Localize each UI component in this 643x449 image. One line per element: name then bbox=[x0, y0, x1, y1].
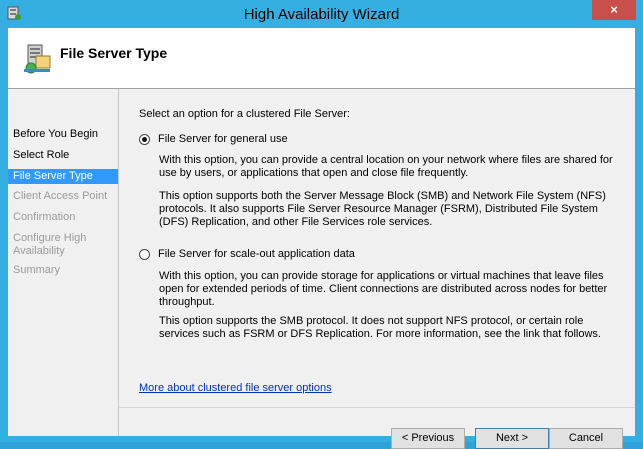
nav-item-confirmation: Confirmation bbox=[13, 211, 76, 223]
file-server-icon bbox=[24, 44, 51, 74]
cancel-button[interactable]: Cancel bbox=[549, 428, 623, 449]
wizard-nav: Before You Begin Select Role File Server… bbox=[8, 89, 119, 436]
footer-divider bbox=[119, 407, 635, 408]
option-scale-out-desc1: With this option, you can provide storag… bbox=[159, 270, 608, 308]
close-button[interactable]: × bbox=[592, 0, 636, 20]
option-scale-out-label[interactable]: File Server for scale-out application da… bbox=[158, 248, 355, 260]
next-button[interactable]: Next > bbox=[475, 428, 549, 449]
wizard-client-area: File Server Type Before You Begin Select… bbox=[8, 28, 635, 449]
wizard-header: File Server Type bbox=[8, 28, 635, 89]
option-prompt: Select an option for a clustered File Se… bbox=[139, 108, 350, 120]
option-general-use-label[interactable]: File Server for general use bbox=[158, 133, 288, 145]
option-general-use-desc2: This option supports both the Server Mes… bbox=[159, 190, 606, 228]
option-general-use[interactable]: File Server for general use bbox=[139, 133, 288, 145]
nav-item-configure-high-availability: Configure High Availability bbox=[13, 232, 87, 257]
nav-item-file-server-type[interactable]: File Server Type bbox=[8, 169, 118, 184]
option-scale-out-desc2: This option supports the SMB protocol. I… bbox=[159, 315, 601, 340]
nav-item-client-access-point: Client Access Point bbox=[13, 190, 108, 202]
page-title: File Server Type bbox=[60, 45, 168, 61]
nav-item-select-role[interactable]: Select Role bbox=[8, 149, 118, 162]
nav-item-before-you-begin[interactable]: Before You Begin bbox=[8, 128, 118, 141]
wizard-window: High Availability Wizard × File Server T… bbox=[0, 0, 643, 449]
more-info-link[interactable]: More about clustered file server options bbox=[139, 382, 332, 394]
option-general-use-desc1: With this option, you can provide a cent… bbox=[159, 154, 613, 179]
nav-item-summary: Summary bbox=[13, 264, 61, 276]
previous-button[interactable]: < Previous bbox=[391, 428, 465, 449]
title-bar[interactable]: High Availability Wizard × bbox=[0, 0, 643, 28]
radio-general-use[interactable] bbox=[139, 133, 150, 145]
radio-scale-out[interactable] bbox=[139, 248, 150, 260]
option-scale-out[interactable]: File Server for scale-out application da… bbox=[139, 248, 355, 260]
wizard-main: Select an option for a clustered File Se… bbox=[119, 89, 635, 449]
window-title: High Availability Wizard bbox=[243, 6, 400, 23]
